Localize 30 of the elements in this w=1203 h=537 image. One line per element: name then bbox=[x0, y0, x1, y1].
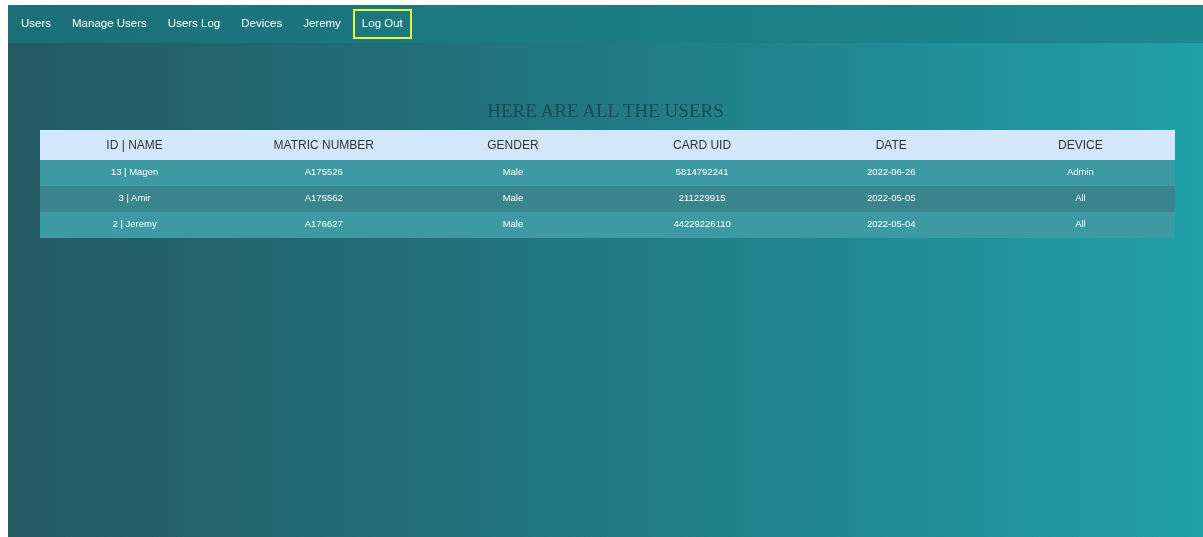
table-cell: A176627 bbox=[304, 218, 343, 230]
table-cell: A175526 bbox=[304, 166, 343, 178]
nav-link[interactable]: Users Log bbox=[158, 9, 230, 39]
table-cell: 3 | Amir bbox=[118, 192, 151, 204]
table-cell: 2022-05-04 bbox=[866, 218, 916, 230]
column-header: CARD UID bbox=[673, 137, 732, 152]
nav-link[interactable]: Users bbox=[12, 9, 61, 39]
column-header: GENDER bbox=[487, 137, 539, 152]
table-cell: 13 | Magen bbox=[110, 166, 159, 178]
table-cell: 2022-05-05 bbox=[866, 192, 916, 204]
table-cell: Male bbox=[502, 166, 524, 178]
table-cell: All bbox=[1075, 218, 1086, 230]
table-cell: All bbox=[1075, 192, 1086, 204]
nav-link[interactable]: Devices bbox=[232, 9, 292, 39]
table-cell: 44229226110 bbox=[673, 218, 731, 230]
table-cell: 2022-06-26 bbox=[866, 166, 916, 178]
table-cell: Male bbox=[502, 218, 524, 230]
column-header: MATRIC NUMBER bbox=[273, 137, 374, 152]
table-cell: 2 | Jeremy bbox=[112, 218, 157, 230]
table-cell: Male bbox=[502, 192, 524, 204]
table-cell: A175562 bbox=[304, 192, 343, 204]
column-header: ID | NAME bbox=[106, 137, 163, 152]
nav-link[interactable]: Manage Users bbox=[63, 9, 156, 39]
nav-link[interactable]: Log Out bbox=[352, 9, 412, 39]
nav-link[interactable]: Jeremy bbox=[294, 9, 350, 39]
table-cell: 5814792241 bbox=[675, 166, 729, 178]
column-header: DEVICE bbox=[1058, 137, 1103, 152]
column-header: DATE bbox=[875, 137, 907, 152]
table-cell: Admin bbox=[1066, 166, 1094, 178]
table-cell: 211229915 bbox=[678, 192, 726, 204]
